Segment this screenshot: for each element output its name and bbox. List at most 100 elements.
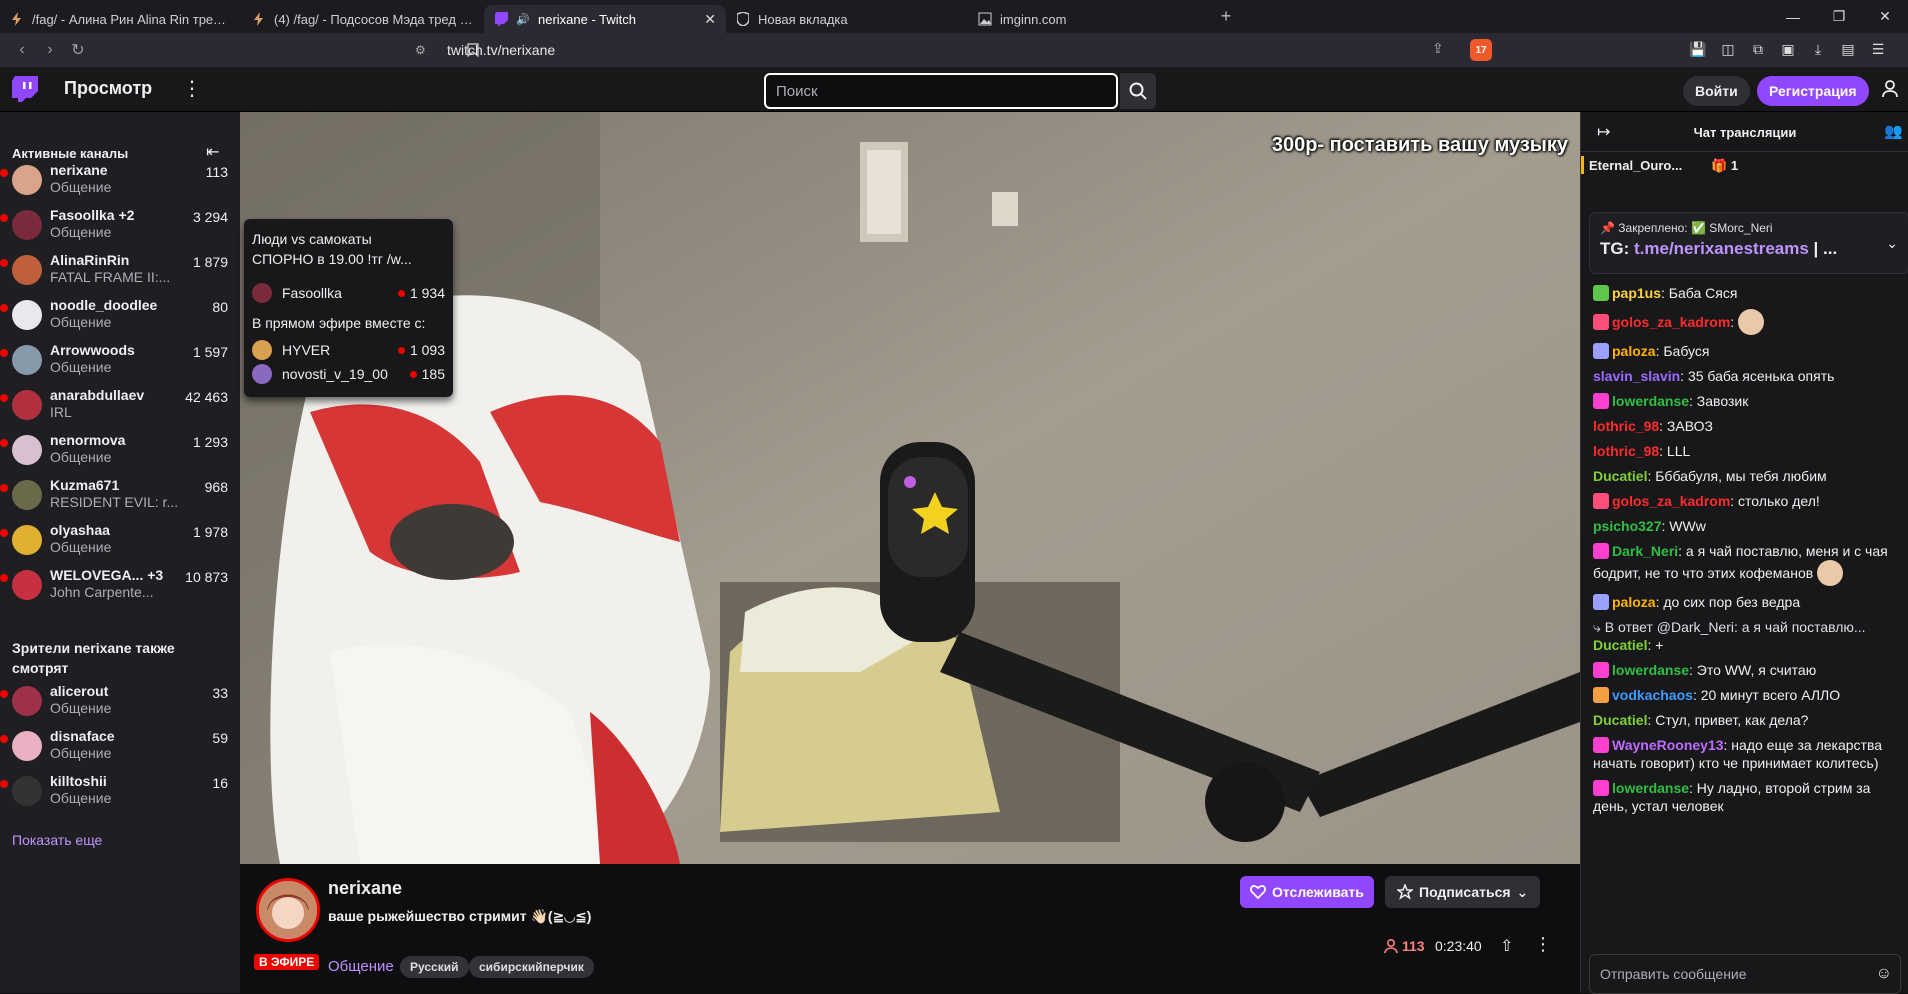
sidebar-toggle-icon[interactable]: ▣ bbox=[1778, 39, 1798, 59]
chat-username[interactable]: WayneRooney13 bbox=[1612, 737, 1724, 753]
chat-badge-icon[interactable] bbox=[1593, 780, 1609, 796]
restore-icon[interactable]: ❐ bbox=[1816, 0, 1862, 33]
chat-username[interactable]: paloza bbox=[1612, 343, 1656, 359]
chat-badge-icon[interactable] bbox=[1593, 285, 1609, 301]
share-icon[interactable]: ⇧ bbox=[1500, 936, 1513, 956]
chat-message: golos_za_kadrom: столько дел! bbox=[1593, 492, 1901, 510]
chat-badge-icon[interactable] bbox=[1593, 493, 1609, 509]
signup-button[interactable]: Регистрация bbox=[1757, 76, 1869, 106]
streamer-name[interactable]: nerixane bbox=[328, 878, 402, 899]
subscribe-button[interactable]: Подписаться ⌄ bbox=[1385, 876, 1541, 908]
community-icon[interactable]: 👥 bbox=[1884, 122, 1903, 140]
chat-username[interactable]: pap1us bbox=[1612, 285, 1661, 301]
chat-badge-icon[interactable] bbox=[1593, 314, 1609, 330]
chat-badge-icon[interactable] bbox=[1593, 343, 1609, 359]
address-bar[interactable]: ⚙ twitch.tv/nerixane bbox=[415, 37, 1498, 63]
chat-username[interactable]: Ducatiel bbox=[1593, 637, 1647, 653]
chat-username[interactable]: lowerdanse bbox=[1612, 780, 1689, 796]
save-extension-icon[interactable]: 💾 bbox=[1688, 39, 1708, 59]
chat-username[interactable]: Ducatiel bbox=[1593, 712, 1647, 728]
browser-tab[interactable]: Новая вкладка bbox=[726, 5, 968, 33]
site-settings-icon[interactable]: ⚙ bbox=[415, 43, 433, 57]
tag-pill[interactable]: Русский bbox=[400, 956, 469, 978]
vr-extension-icon[interactable]: ◫ bbox=[1718, 39, 1738, 59]
chat-username[interactable]: golos_za_kadrom bbox=[1612, 493, 1730, 509]
chat-text: : + bbox=[1647, 637, 1664, 653]
chat-username[interactable]: lothric_98 bbox=[1593, 443, 1659, 459]
chat-username[interactable]: Ducatiel bbox=[1593, 468, 1647, 484]
twitch-logo-icon[interactable] bbox=[12, 76, 38, 104]
chat-input[interactable]: Отправить сообщение ☺ bbox=[1589, 954, 1901, 994]
sidebar-channel[interactable]: Fasoollka +2 Общение 3 294 bbox=[0, 203, 240, 247]
chevron-down-icon[interactable]: ⌄ bbox=[1886, 235, 1898, 252]
reload-icon[interactable]: ↻ bbox=[64, 36, 92, 64]
browser-tab-active[interactable]: 🔊 nerixane - Twitch ✕ bbox=[484, 5, 726, 33]
search-input[interactable]: Поиск bbox=[764, 73, 1118, 109]
chat-username[interactable]: lowerdanse bbox=[1612, 393, 1689, 409]
wallet-icon[interactable]: ▤ bbox=[1838, 39, 1858, 59]
follow-button[interactable]: Отслеживать bbox=[1240, 876, 1374, 908]
gift-user: Eternal_Ouro... bbox=[1589, 158, 1683, 173]
more-vertical-icon[interactable]: ⋮ bbox=[1534, 934, 1552, 955]
sidebar-channel[interactable]: AlinaRinRin FATAL FRAME II:... 1 879 bbox=[0, 248, 240, 292]
browse-link[interactable]: Просмотр bbox=[64, 78, 152, 99]
chat-username[interactable]: Dark_Neri bbox=[1612, 543, 1678, 559]
puzzle-extensions-icon[interactable]: ⧉ bbox=[1748, 39, 1768, 59]
sidebar-channel[interactable]: nenormova Общение 1 293 bbox=[0, 428, 240, 472]
sidebar-channel[interactable]: WELOVEGA... +3 John Carpente... 10 873 bbox=[0, 563, 240, 607]
close-tab-icon[interactable]: ✕ bbox=[704, 11, 716, 28]
user-menu-icon[interactable] bbox=[1882, 80, 1898, 103]
sidebar-channel[interactable]: nerixane Общение 113 bbox=[0, 158, 240, 202]
chat-message: pap1us: Баба Сяся bbox=[1593, 284, 1901, 302]
reply-context[interactable]: ⤷ В ответ @Dark_Neri: а я чай поставлю..… bbox=[1593, 618, 1901, 636]
chat-username[interactable]: slavin_slavin bbox=[1593, 368, 1680, 384]
chat-badge-icon[interactable] bbox=[1593, 737, 1609, 753]
chat-badge-icon[interactable] bbox=[1593, 543, 1609, 559]
minimize-icon[interactable]: — bbox=[1770, 0, 1816, 33]
speaker-icon[interactable]: 🔊 bbox=[516, 12, 530, 26]
chat-username[interactable]: vodkachaos bbox=[1612, 687, 1693, 703]
chat-badge-icon[interactable] bbox=[1593, 687, 1609, 703]
more-vertical-icon[interactable]: ⋮ bbox=[182, 76, 202, 101]
forward-icon[interactable]: › bbox=[36, 36, 64, 64]
stream-category-link[interactable]: Общение bbox=[328, 958, 394, 975]
sidebar-channel[interactable]: killtoshii Общение 16 bbox=[0, 769, 240, 813]
browser-tab[interactable]: /fag/ - Алина Рин Alina Rin тред #10 bbox=[0, 5, 242, 33]
sidebar-channel[interactable]: olyashaa Общение 1 978 bbox=[0, 518, 240, 562]
avatar bbox=[12, 345, 42, 375]
chat-username[interactable]: golos_za_kadrom bbox=[1612, 314, 1730, 330]
browser-tab[interactable]: imginn.com bbox=[968, 5, 1210, 33]
sidebar-channel[interactable]: disnaface Общение 59 bbox=[0, 724, 240, 768]
chat-username[interactable]: paloza bbox=[1612, 594, 1656, 610]
tooltip-guest-name: novosti_v_19_00 bbox=[282, 366, 388, 382]
sidebar-channel[interactable]: alicerout Общение 33 bbox=[0, 679, 240, 723]
back-icon[interactable]: ‹ bbox=[8, 36, 36, 64]
brave-shields-icon[interactable]: 17 bbox=[1470, 39, 1492, 61]
browser-tab[interactable]: (4) /fag/ - Подсосов Мэда тред №12 bbox=[242, 5, 484, 33]
pinned-message[interactable]: 📌 Закреплено: ✅ SMorc_Neri TG: t.me/neri… bbox=[1589, 212, 1908, 274]
show-more-link[interactable]: Показать еще bbox=[12, 832, 102, 848]
emoji-icon[interactable]: ☺ bbox=[1876, 965, 1892, 983]
sidebar-channel[interactable]: Kuzma671 RESIDENT EVIL: r... 968 bbox=[0, 473, 240, 517]
sidebar-channel[interactable]: anarabdullaev IRL 42 463 bbox=[0, 383, 240, 427]
sidebar-channel[interactable]: Arrowwoods Общение 1 597 bbox=[0, 338, 240, 382]
pinned-link[interactable]: t.me/nerixanestreams bbox=[1634, 239, 1809, 258]
chat-username[interactable]: lowerdanse bbox=[1612, 662, 1689, 678]
download-icon[interactable]: ⤓ bbox=[1808, 39, 1828, 59]
share-icon[interactable]: ⇪ bbox=[1432, 40, 1444, 57]
tag-pill[interactable]: сибирскийперчик bbox=[469, 956, 594, 978]
sidebar-channel[interactable]: noodle_doodlee Общение 80 bbox=[0, 293, 240, 337]
login-button[interactable]: Войти bbox=[1683, 76, 1750, 106]
search-button[interactable] bbox=[1120, 73, 1156, 109]
close-window-icon[interactable]: ✕ bbox=[1862, 0, 1908, 33]
chat-badge-icon[interactable] bbox=[1593, 393, 1609, 409]
streamer-avatar[interactable] bbox=[256, 878, 320, 942]
chat-username[interactable]: lothric_98 bbox=[1593, 418, 1659, 434]
menu-icon[interactable]: ☰ bbox=[1868, 39, 1888, 59]
chat-badge-icon[interactable] bbox=[1593, 662, 1609, 678]
chat-username[interactable]: psicho327 bbox=[1593, 518, 1661, 534]
pinned-body: TG: t.me/nerixanestreams | ... bbox=[1600, 239, 1898, 259]
chat-badge-icon[interactable] bbox=[1593, 594, 1609, 610]
new-tab-button[interactable]: + bbox=[1210, 0, 1242, 33]
gift-leaderboard[interactable]: Eternal_Ouro... 🎁 1 bbox=[1581, 152, 1908, 178]
